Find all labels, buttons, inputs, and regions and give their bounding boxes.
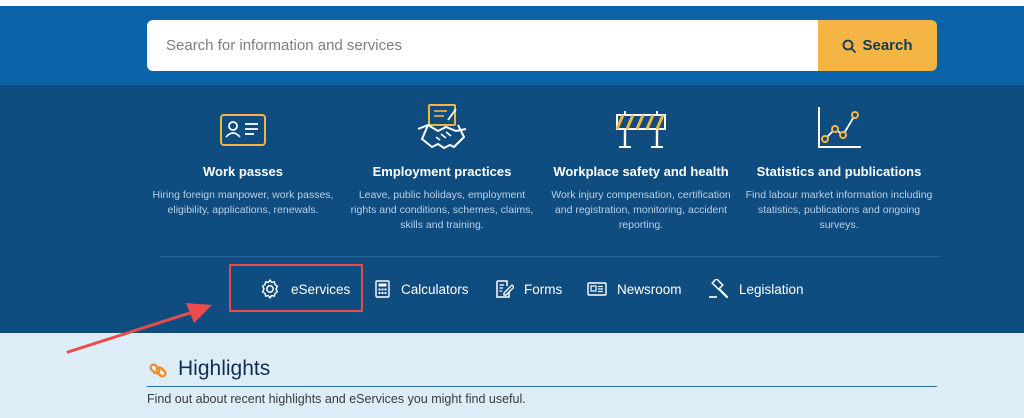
highlights-title: Highlights — [178, 357, 271, 380]
annotation-arrow — [66, 303, 212, 354]
highlights-underline — [147, 386, 937, 387]
highlights-subtitle: Find out about recent highlights and eSe… — [147, 392, 526, 406]
link-icon — [149, 363, 167, 378]
